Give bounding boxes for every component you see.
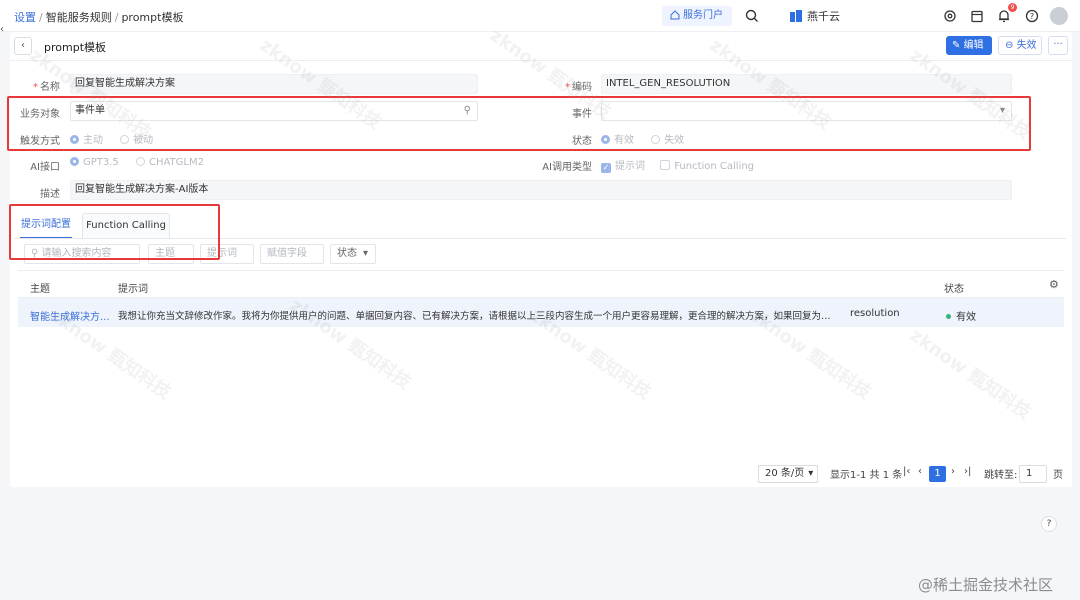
page-title: prompt模板 <box>44 41 107 54</box>
assign-field-filter[interactable]: 赋值字段 <box>260 244 324 264</box>
help-icon[interactable]: ? <box>1024 8 1040 24</box>
current-page-button[interactable]: 1 <box>929 466 946 482</box>
breadcrumb-settings[interactable]: 设置 <box>14 11 36 24</box>
ai-call-function-checkbox[interactable]: Function Calling <box>660 160 754 172</box>
jump-label: 跳转至: <box>984 470 1018 481</box>
breadcrumb-prompt-template: prompt模板 <box>121 11 184 24</box>
footer-watermark: @稀土掘金技术社区 <box>918 576 1054 594</box>
ai-api-label: AI接口 <box>30 162 60 173</box>
status-filter[interactable]: 状态 ▾ <box>330 244 376 264</box>
first-page-icon[interactable]: |‹ <box>903 466 910 477</box>
floating-help-icon[interactable]: ? <box>1041 516 1057 532</box>
highlight-box-tabs <box>9 204 220 260</box>
name-field[interactable]: 回复智能生成解决方案 <box>70 74 478 94</box>
more-button[interactable]: ··· <box>1048 36 1068 55</box>
disable-button[interactable]: ⊖ 失效 <box>998 36 1042 55</box>
service-portal-button[interactable]: 服务门户 <box>662 6 732 26</box>
settings-icon[interactable] <box>942 8 958 24</box>
org-logo-icon <box>790 10 802 22</box>
row-assign-field: resolution <box>850 308 900 319</box>
svg-text:?: ? <box>1030 12 1034 21</box>
column-header-subject: 主题 <box>30 284 50 295</box>
avatar[interactable] <box>1050 7 1068 25</box>
ai-call-type-label: AI调用类型 <box>542 162 592 173</box>
breadcrumb-smart-rules[interactable]: 智能服务规则 <box>46 11 112 24</box>
column-header-status: 状态 <box>944 284 964 295</box>
ai-api-gpt-radio[interactable]: GPT3.5 <box>70 157 119 168</box>
row-subject-link[interactable]: 智能生成解决方... <box>30 308 110 323</box>
jump-input[interactable]: 1 <box>1019 465 1047 483</box>
row-prompt: 我想让你充当文辞修改作家。我将为你提供用户的问题、单据回复内容、已有解决方案，请… <box>118 311 832 322</box>
org-switcher[interactable]: 燕千云 <box>790 8 840 24</box>
column-header-prompt: 提示词 <box>118 284 148 295</box>
next-page-icon[interactable]: › <box>951 466 955 477</box>
disable-icon: ⊖ <box>1005 40 1017 51</box>
notification-badge: 9 <box>1008 3 1017 12</box>
highlight-box-form <box>7 96 1031 151</box>
ai-call-type-group: ✓ 提示词 Function Calling <box>601 157 754 173</box>
search-icon[interactable] <box>744 8 760 24</box>
code-field[interactable]: INTEL_GEN_RESOLUTION <box>601 74 1012 94</box>
prev-page-icon[interactable]: ‹ <box>918 466 922 477</box>
collapse-sidebar-icon[interactable]: ‹ <box>0 24 4 35</box>
page-size-select[interactable]: 20 条/页 ▾ <box>758 465 818 483</box>
description-label: 描述 <box>40 189 60 200</box>
calendar-icon[interactable] <box>969 8 985 24</box>
page-unit-label: 页 <box>1053 470 1063 481</box>
description-field[interactable]: 回复智能生成解决方案-AI版本 <box>70 180 1012 200</box>
pagination-summary: 显示1-1 共 1 条 <box>830 470 903 481</box>
name-label: * 名称 <box>33 82 60 93</box>
edit-button[interactable]: ✎ 编辑 <box>946 36 992 55</box>
header-divider <box>10 60 1072 61</box>
back-button[interactable]: ‹ <box>14 37 32 55</box>
row-status: 有效 <box>946 308 976 323</box>
caret-down-icon: ▾ <box>363 248 369 259</box>
caret-down-icon: ▾ <box>808 468 814 479</box>
breadcrumb: 设置 / 智能服务规则 / prompt模板 <box>14 11 184 24</box>
column-settings-icon[interactable]: ⚙ <box>1049 278 1059 291</box>
pencil-icon: ✎ <box>952 40 964 51</box>
ai-call-prompt-checkbox[interactable]: ✓ 提示词 <box>601 161 645 173</box>
ai-api-radio-group: GPT3.5 CHATGLM2 <box>70 157 204 168</box>
last-page-icon[interactable]: ›| <box>964 466 971 477</box>
status-dot-icon <box>946 314 951 319</box>
code-label: * 编码 <box>565 82 592 93</box>
home-icon <box>670 10 680 20</box>
ai-api-chatglm-radio[interactable]: CHATGLM2 <box>135 157 204 168</box>
